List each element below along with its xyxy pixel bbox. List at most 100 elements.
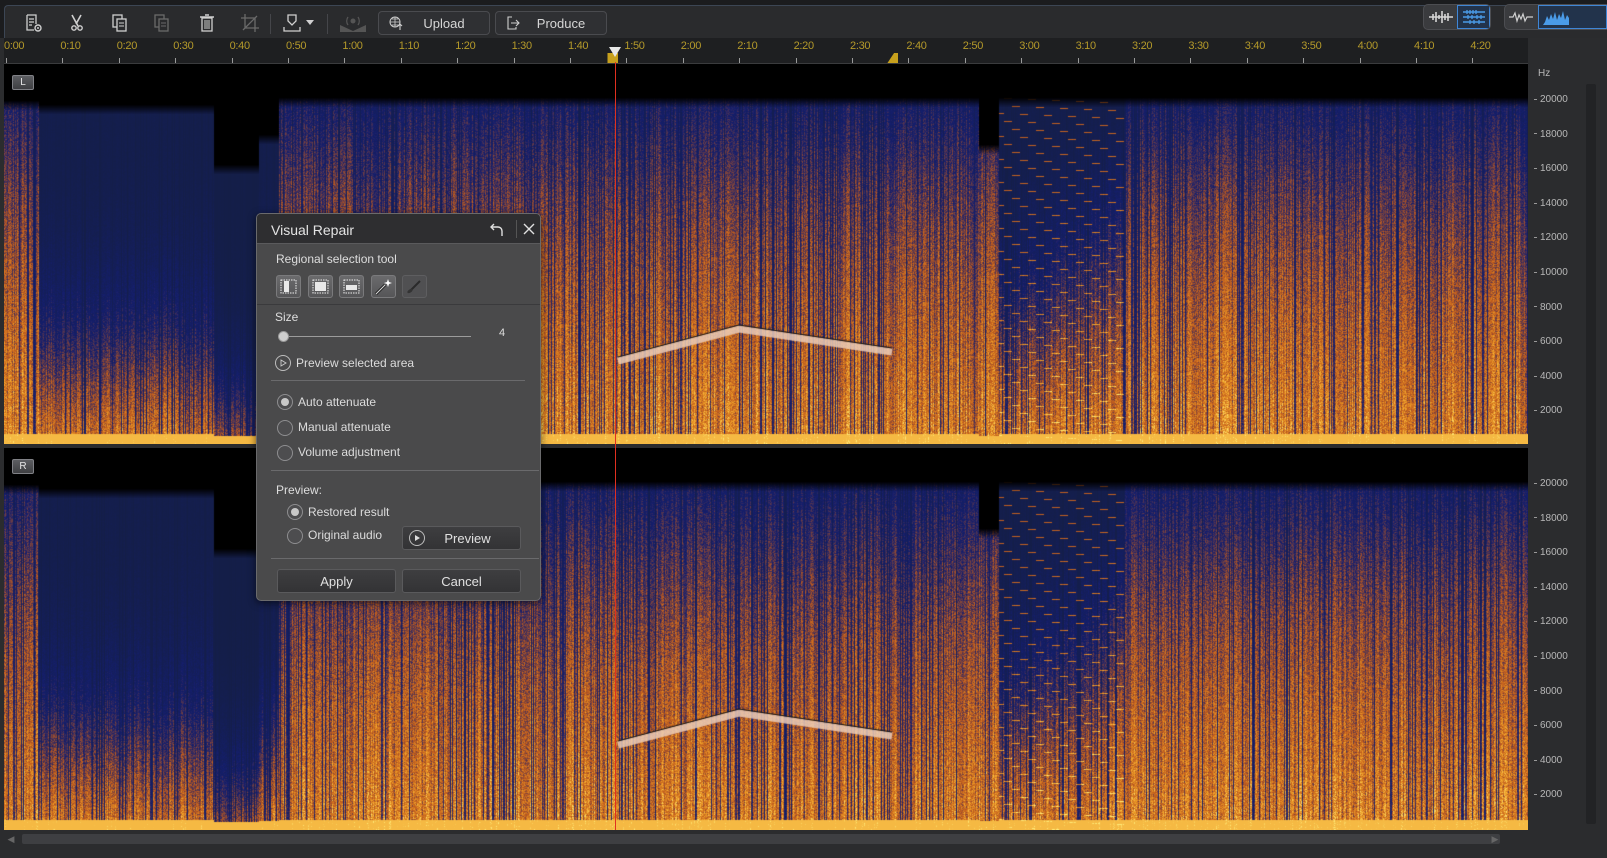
timeline-ruler[interactable]: 0:00 0:10 0:20 0:30 0:40 0:50 1:00 1:10 1:20 1:30… — [4, 38, 1528, 64]
multitrack-view-button[interactable] — [1457, 5, 1490, 29]
playhead-line[interactable] — [615, 62, 617, 830]
frequency-tick-label: 10000 — [1534, 267, 1568, 278]
channel-label-left[interactable]: L — [12, 75, 34, 90]
produce-export-icon — [502, 16, 524, 30]
multitrack-icon — [1462, 10, 1485, 24]
time-frequency-selection-tool-button[interactable] — [308, 275, 333, 298]
ruler-tick-label: 3:50 — [1301, 40, 1322, 52]
channel-label-right[interactable]: R — [12, 459, 34, 474]
play-circle-icon — [275, 355, 291, 371]
toolbar: Upload Produce — [0, 0, 1607, 38]
ruler-tick — [1303, 58, 1305, 63]
section-divider — [271, 470, 539, 471]
ruler-tick-label: 0:00 — [4, 40, 25, 52]
ruler-tick — [908, 58, 910, 63]
ruler-tick — [175, 58, 177, 63]
frequency-tick-label: 8000 — [1534, 686, 1562, 697]
horizontal-scrollbar-thumb[interactable] — [22, 834, 1500, 844]
frequency-tick-label: 14000 — [1534, 582, 1568, 593]
ruler-tick — [344, 58, 346, 63]
preview-selected-area-button[interactable]: Preview selected area — [275, 355, 414, 371]
apply-button[interactable]: Apply — [277, 569, 396, 593]
magic-wand-tool-button[interactable] — [371, 275, 396, 298]
dialog-title: Visual Repair — [271, 222, 355, 238]
frequency-tick-label: 20000 — [1534, 94, 1568, 105]
waveform-view-button[interactable] — [1424, 5, 1457, 29]
produce-button[interactable]: Produce — [495, 11, 607, 35]
ruler-tick — [964, 58, 966, 63]
restored-result-label[interactable]: Restored result — [308, 505, 389, 519]
time-selection-tool-button[interactable] — [276, 275, 301, 298]
toolbar-separator — [270, 14, 271, 34]
original-audio-radio[interactable] — [287, 528, 303, 544]
manual-attenuate-label[interactable]: Manual attenuate — [298, 420, 391, 434]
frequency-tick-label: 20000 — [1534, 478, 1568, 489]
frequency-tick-label: 2000 — [1534, 405, 1562, 416]
cut-icon[interactable] — [64, 12, 90, 34]
selection-end-marker[interactable] — [887, 53, 899, 63]
visual-repair-dialog: Visual Repair Regional selection tool Si — [256, 213, 541, 601]
brush-tool-button[interactable] — [402, 275, 427, 298]
ruler-tick — [1472, 58, 1474, 63]
ruler-tick — [62, 58, 64, 63]
scroll-right-arrow-icon[interactable]: ▶ — [1490, 832, 1500, 846]
frequency-tick-label: 6000 — [1534, 720, 1562, 731]
auto-attenuate-radio[interactable] — [277, 394, 293, 410]
ruler-tick-label: 2:10 — [737, 40, 758, 52]
ruler-tick-label: 1:20 — [455, 40, 476, 52]
ruler-tick — [852, 58, 853, 63]
ruler-tick — [1416, 58, 1417, 63]
crop-icon[interactable] — [237, 12, 263, 34]
paste-icon[interactable] — [149, 12, 175, 34]
copy-icon[interactable] — [107, 12, 133, 34]
volume-adjustment-radio[interactable] — [277, 445, 293, 461]
frequency-tick-label: 6000 — [1534, 336, 1562, 347]
wave-line-icon — [1509, 11, 1534, 24]
ruler-tick-label: 2:20 — [793, 40, 815, 52]
ruler-tick-label: 3:30 — [1188, 40, 1209, 52]
cancel-button[interactable]: Cancel — [402, 569, 521, 593]
manual-attenuate-radio[interactable] — [277, 420, 293, 436]
frequency-tick-label: 16000 — [1534, 547, 1568, 558]
size-slider-track[interactable] — [283, 336, 471, 337]
ruler-tick — [288, 58, 289, 63]
frequency-selection-tool-button[interactable] — [339, 275, 364, 298]
delete-icon[interactable] — [194, 12, 220, 34]
spectrogram-channel-left[interactable]: L — [4, 64, 1528, 444]
mark-dropdown-chevron-icon[interactable] — [303, 12, 317, 34]
broadcast-icon[interactable] — [338, 12, 368, 34]
upload-button[interactable]: Upload — [378, 11, 490, 35]
properties-icon[interactable] — [21, 12, 47, 34]
auto-attenuate-label[interactable]: Auto attenuate — [298, 395, 376, 409]
volume-adjustment-label[interactable]: Volume adjustment — [298, 445, 400, 459]
waveform-display-button[interactable] — [1505, 5, 1538, 29]
audio-editor-window: Upload Produce 0:00 0:10 0:20 0:30 0:40 … — [0, 0, 1607, 858]
ruler-tick-label: 1:10 — [398, 40, 420, 52]
ruler-tick — [682, 58, 684, 63]
original-audio-label[interactable]: Original audio — [308, 528, 382, 542]
preview-button[interactable]: Preview — [402, 526, 521, 550]
ruler-tick — [1134, 58, 1135, 63]
ruler-tick-label: 1:30 — [511, 40, 533, 52]
preview-button-label: Preview — [444, 530, 491, 546]
frequency-tick-label: 14000 — [1534, 198, 1568, 209]
undo-icon[interactable] — [487, 220, 507, 240]
playhead-handle[interactable] — [609, 47, 622, 57]
view-mode-group — [1423, 4, 1491, 30]
ruler-tick-label: 0:20 — [116, 40, 138, 52]
ruler-tick — [513, 58, 515, 63]
vertical-scrollbar[interactable] — [1586, 84, 1596, 824]
spectrogram-channel-right[interactable]: R — [4, 448, 1528, 830]
spectrogram-display-button[interactable] — [1537, 5, 1607, 29]
ruler-tick-label: 2:40 — [906, 40, 927, 52]
ruler-tick — [1077, 58, 1079, 63]
mark-icon[interactable] — [279, 12, 305, 34]
size-slider-thumb[interactable] — [278, 331, 289, 342]
restored-result-radio[interactable] — [287, 504, 303, 520]
waveform-icon — [1428, 11, 1453, 23]
scroll-left-arrow-icon[interactable]: ◀ — [6, 832, 16, 846]
frequency-selection-icon — [343, 279, 360, 294]
close-icon[interactable] — [519, 219, 539, 239]
section-divider — [271, 558, 539, 559]
frequency-tick-label: 4000 — [1534, 371, 1562, 382]
